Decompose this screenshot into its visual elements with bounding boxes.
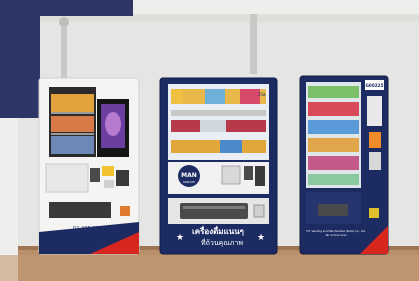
vending-machine-right: G00225 T.E. Vending and Merchandise (Sia… [299, 75, 389, 255]
vending-machine-left: 02-465-0010 [38, 77, 140, 255]
left-coin-slot[interactable] [90, 168, 100, 182]
star-icon-right: ★ [257, 233, 265, 243]
right-dispense-door[interactable] [318, 204, 348, 216]
right-company-line-1: T.E. Vending and Merchandise (Siam) Co.,… [306, 229, 366, 233]
right-company-line-2: Tel. 0-2xxx-xxxx [325, 233, 346, 237]
center-coin-slot[interactable] [244, 166, 253, 180]
right-payment-sticker [369, 132, 381, 148]
left-coin-return[interactable] [120, 206, 130, 216]
center-bill-acceptor[interactable] [255, 166, 265, 186]
center-dispense-door[interactable] [180, 203, 248, 219]
wall-lamp-left [59, 17, 69, 27]
star-icon-left: ★ [176, 233, 184, 243]
right-coin-slot[interactable] [369, 152, 381, 170]
left-product-panel [45, 163, 89, 193]
navy-overlay-left [0, 0, 24, 118]
man-logo-text: MAN [181, 172, 197, 179]
scene-illustration: 02-465-0010 25฿ MAN UNIQUE [0, 0, 419, 281]
floor-reflection [0, 255, 419, 281]
center-thai-slogan-2: ที่ถ้วนคุณภาพ [201, 238, 243, 247]
vending-machine-center: 25฿ MAN UNIQUE เครื่องดื่มแนนๆ ที่ถ้วนคุ… [159, 77, 278, 255]
right-product-buttons[interactable] [367, 96, 382, 126]
right-coin-return[interactable] [369, 208, 379, 218]
center-drinks-rows [171, 89, 266, 153]
navy-overlay-inner [24, 16, 40, 118]
vending-machine-scene: 02-465-0010 25฿ MAN UNIQUE [0, 0, 419, 281]
left-bill-acceptor[interactable] [116, 170, 129, 186]
right-brand-tag: G00225 [365, 83, 383, 88]
wall-fixture-right [250, 14, 257, 74]
man-logo-subtext: UNIQUE [183, 180, 195, 184]
center-price-tag: 25฿ [258, 92, 266, 97]
center-thai-slogan-1: เครื่องดื่มแนนๆ [192, 225, 244, 236]
left-dispense-door[interactable] [49, 202, 111, 218]
navy-overlay-top [0, 0, 133, 16]
center-coin-return[interactable] [253, 204, 265, 218]
left-drinks-rows [51, 94, 94, 154]
center-payment-screen[interactable] [221, 165, 241, 185]
left-keypad[interactable] [102, 166, 114, 176]
